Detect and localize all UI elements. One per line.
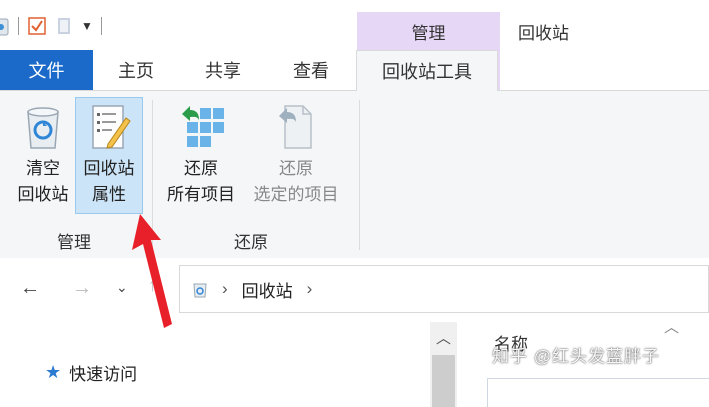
group-label-manage: 管理 [57,233,91,252]
recycle-bin-icon [27,107,59,149]
ribbon-group-separator [359,100,360,250]
back-arrow-icon[interactable]: ← [20,277,40,300]
properties-label-line1: 回收站 [83,159,135,178]
restore-selected-label-line1: 还原 [279,159,313,178]
tab-share[interactable]: 共享 [179,50,267,90]
scrollbar-thumb[interactable] [432,355,455,407]
breadcrumb-chevron-icon[interactable]: › [307,279,313,299]
restore-selected-icon [279,105,312,149]
restore-all-label-line1: 还原 [184,159,218,178]
empty-label-line1: 清空 [26,159,60,178]
recycle-bin-address-icon [193,283,207,298]
watermark: 知乎 @红头发蓝胖子 [492,347,660,366]
sort-ascending-icon: ︿ [664,319,680,336]
restore-selected-label-line2: 选定的项目 [253,185,339,204]
breadcrumb-recycle-bin[interactable]: 回收站 [242,277,293,302]
tools-tab-accent-right [498,50,500,90]
tab-home[interactable]: 主页 [93,50,179,90]
window-title: 回收站 [518,23,569,43]
toolbar-separator [100,17,102,35]
address-bar[interactable]: › 回收站 › [179,265,709,313]
recycle-bin-small-icon[interactable] [0,16,10,36]
new-folder-icon[interactable] [55,16,73,36]
restore-all-icon [182,106,224,147]
restore-all-items-button[interactable]: 还原 所有项目 [158,100,244,208]
recycle-bin-properties-button[interactable]: 回收站 属性 [76,100,142,208]
toolbar-separator [18,17,19,35]
restore-all-label-line2: 所有项目 [167,185,235,204]
restore-selected-items-button[interactable]: 还原 选定的项目 [244,100,348,208]
quick-access-label: 快速访问 [69,365,138,384]
tab-view[interactable]: 查看 [267,50,355,90]
breadcrumb-chevron-icon[interactable]: › [222,279,228,299]
list-item[interactable] [487,378,709,407]
star-icon: ★ [45,362,62,382]
manage-context-tab[interactable]: 管理 [357,12,500,50]
properties-checkbox-icon[interactable] [27,16,47,36]
title-bar [0,0,709,50]
tab-file[interactable]: 文件 [0,50,93,90]
customize-dropdown-icon[interactable]: ▼ [81,19,93,33]
scroll-up-icon[interactable]: ︿ [430,322,457,352]
properties-label-line2: 属性 [92,185,126,204]
tab-recycle-bin-tools[interactable]: 回收站工具 [356,50,498,91]
recent-locations-chevron-icon[interactable]: ⌄ [116,279,128,296]
empty-recycle-bin-button[interactable]: 清空 回收站 [10,100,76,208]
empty-label-line2: 回收站 [17,185,69,204]
red-annotation-arrow-icon [132,214,172,328]
quick-access-toolbar: ▼ [0,12,102,40]
nav-pane-quick-access[interactable]: ★ 快速访问 [45,360,137,385]
forward-arrow-icon[interactable]: → [72,277,92,300]
group-label-restore: 还原 [234,233,268,252]
properties-icon [92,105,131,149]
